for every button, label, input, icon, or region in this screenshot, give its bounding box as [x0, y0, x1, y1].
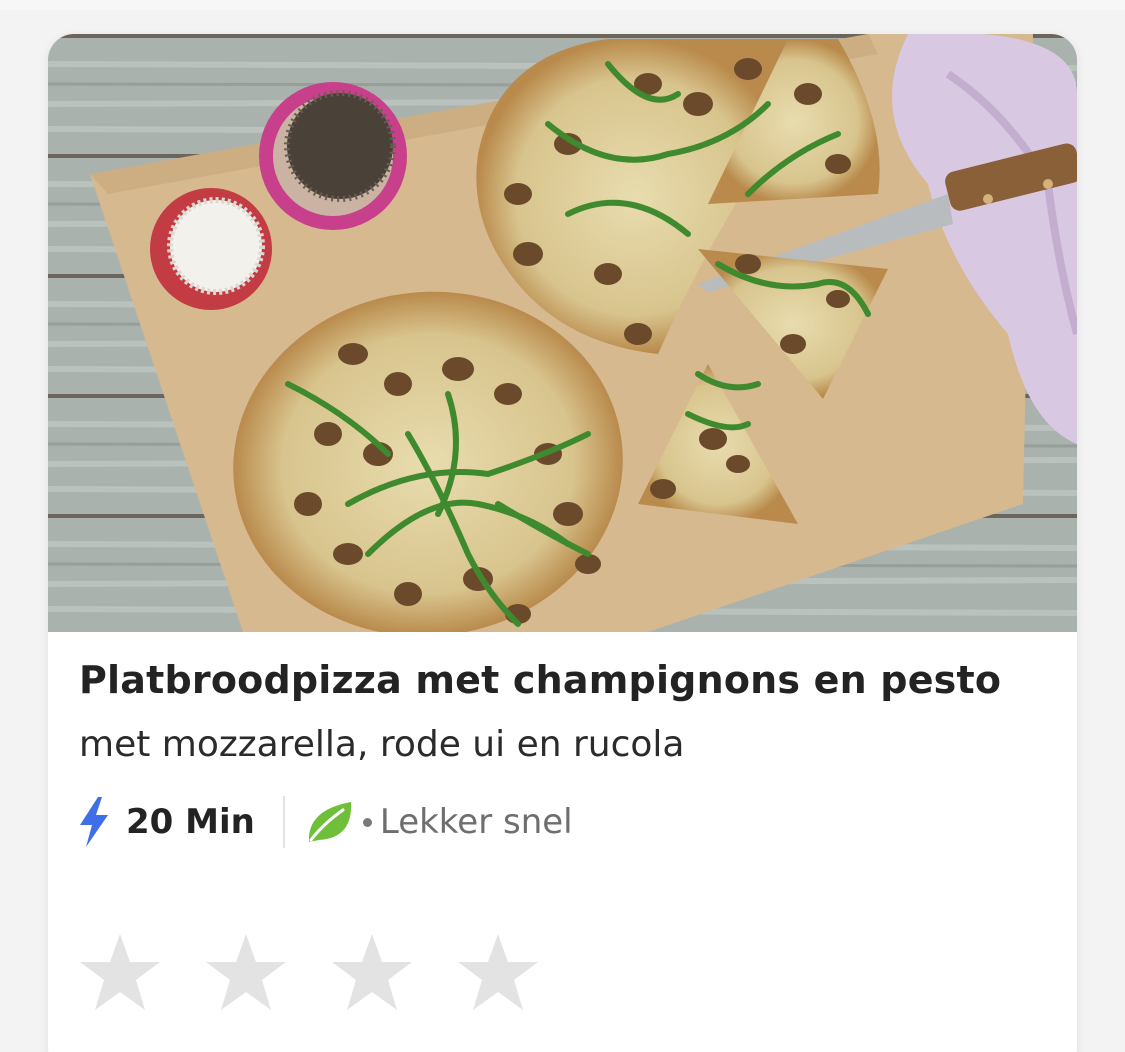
- leaf-icon: [308, 802, 351, 842]
- recipe-subtitle: met mozzarella, rode ui en rucola: [79, 724, 685, 765]
- recipe-title[interactable]: Platbroodpizza met champignons en pesto: [79, 658, 1001, 702]
- star-icon[interactable]: [204, 932, 288, 1012]
- pepper-bowl: [259, 82, 407, 230]
- star-icon[interactable]: [78, 932, 162, 1012]
- recipe-photo-illustration: [48, 34, 1077, 632]
- bolt-icon: [80, 797, 108, 847]
- page: Platbroodpizza met champignons en pesto …: [0, 0, 1125, 1052]
- tag-bullet: [362, 817, 372, 827]
- recipe-tag: Lekker snel: [379, 802, 573, 842]
- star-icon[interactable]: [456, 932, 540, 1012]
- recipe-card[interactable]: Platbroodpizza met champignons en pesto …: [48, 34, 1077, 1052]
- recipe-meta: 20 Min Lekker snel: [76, 794, 573, 850]
- star-icon[interactable]: [330, 932, 414, 1012]
- cooking-time: 20 Min: [126, 802, 255, 842]
- rating-stars[interactable]: [78, 932, 582, 1012]
- recipe-image[interactable]: [48, 34, 1077, 632]
- salt-bowl: [150, 188, 272, 310]
- meta-divider: [282, 796, 285, 848]
- top-strip: [0, 0, 1125, 10]
